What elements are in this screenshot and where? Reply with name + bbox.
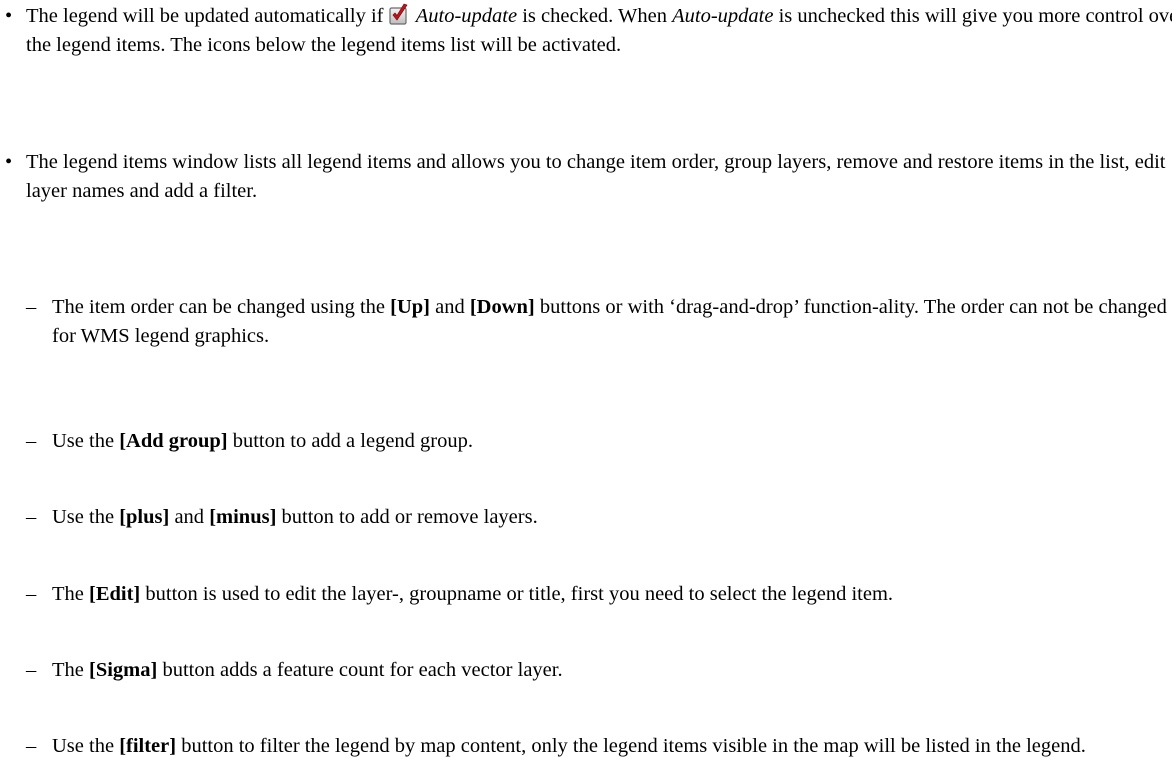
- bullet-list: • The legend will be updated automatical…: [0, 0, 1172, 202]
- sub-item-add-group: – Use the [Add group] button to add a le…: [26, 427, 1172, 456]
- text: The legend will be updated automatically…: [26, 5, 384, 27]
- sub-item-order: – The item order can be changed using th…: [26, 293, 1172, 351]
- bullet-marker: •: [5, 151, 13, 173]
- sub-item-sigma: – The [Sigma] button adds a feature coun…: [26, 656, 1172, 685]
- list-item-auto-update: • The legend will be updated automatical…: [0, 2, 1172, 60]
- auto-update-term: Auto-update: [672, 5, 774, 27]
- sub-item-plus-minus: – Use the [plus] and [minus] button to a…: [26, 503, 1172, 532]
- auto-update-term: Auto-update: [415, 5, 518, 27]
- sub-item-edit: – The [Edit] button is used to edit the …: [26, 580, 1172, 609]
- checked-checkbox-icon: [389, 3, 409, 25]
- sub-list: – The item order can be changed using th…: [0, 116, 1172, 757]
- bullet-marker: •: [5, 5, 13, 27]
- dash-marker: –: [26, 296, 37, 318]
- dash-marker: –: [26, 659, 37, 681]
- list-item-legend-window: • The legend items window lists all lege…: [0, 148, 1172, 206]
- document-page: • The legend will be updated automatical…: [0, 0, 1172, 757]
- dash-marker: –: [26, 735, 37, 757]
- text: The legend items window lists all legend…: [26, 151, 1166, 202]
- dash-marker: –: [26, 430, 37, 452]
- sub-item-filter: – Use the [filter] button to filter the …: [26, 732, 1172, 761]
- dash-marker: –: [26, 506, 37, 528]
- dash-marker: –: [26, 583, 37, 605]
